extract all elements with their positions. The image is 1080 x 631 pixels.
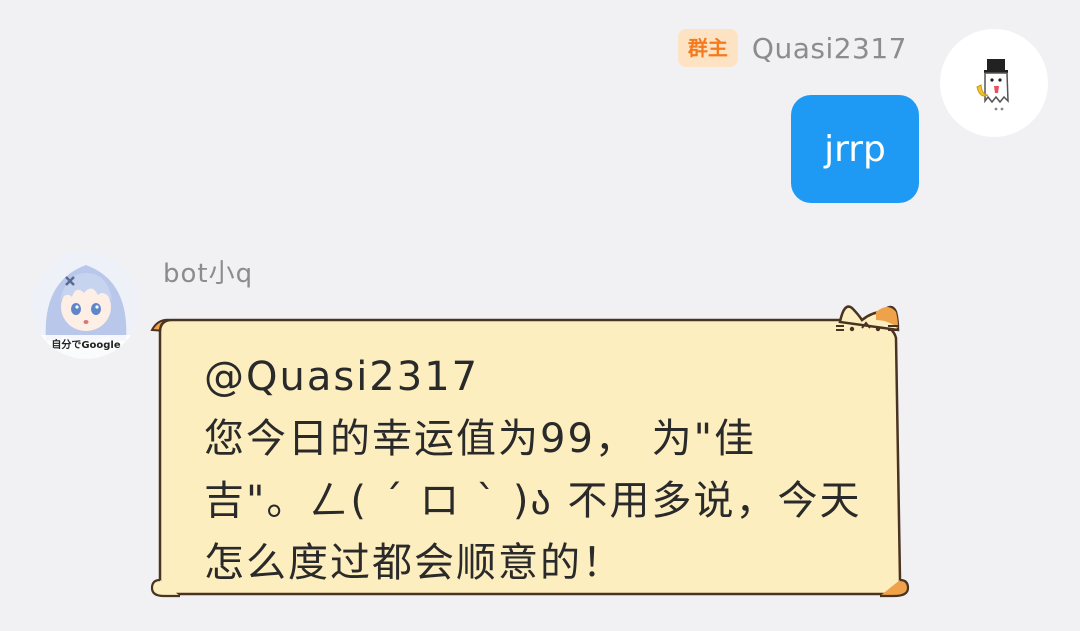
incoming-message-bubble[interactable]: @Quasi2317 您今日的幸运值为99， 为"佳 吉"。ㄥ( ´ ロ ` )… [150,298,920,608]
incoming-sender-name[interactable]: bot小q [163,253,253,290]
outgoing-message-text: jrrp [824,128,886,170]
incoming-avatar[interactable]: 自分でGoogle [32,251,140,359]
message-line: 吉"。ㄥ( ´ ロ ` )ა 不用多说，今天 [204,478,862,524]
chat-window: 群主 Quasi2317 jrrp 自分でGoogle bot小q @Quasi… [0,0,1080,631]
message-line: @Quasi2317 [204,354,480,400]
avatar-caption: 自分でGoogle [51,340,121,351]
outgoing-avatar[interactable] [940,29,1048,137]
message-line: 怎么度过都会顺意的！ [204,540,624,586]
outgoing-sender-header: 群主 Quasi2317 [677,29,907,67]
outgoing-sender-name[interactable]: Quasi2317 [752,32,907,65]
message-line: 您今日的幸运值为99， 为"佳 [204,416,757,462]
outgoing-message-bubble[interactable]: jrrp [791,95,919,203]
incoming-message-text: @Quasi2317 您今日的幸运值为99， 为"佳 吉"。ㄥ( ´ ロ ` )… [204,346,862,594]
group-owner-badge: 群主 [677,29,738,67]
ghost-hat-icon [976,59,1009,111]
